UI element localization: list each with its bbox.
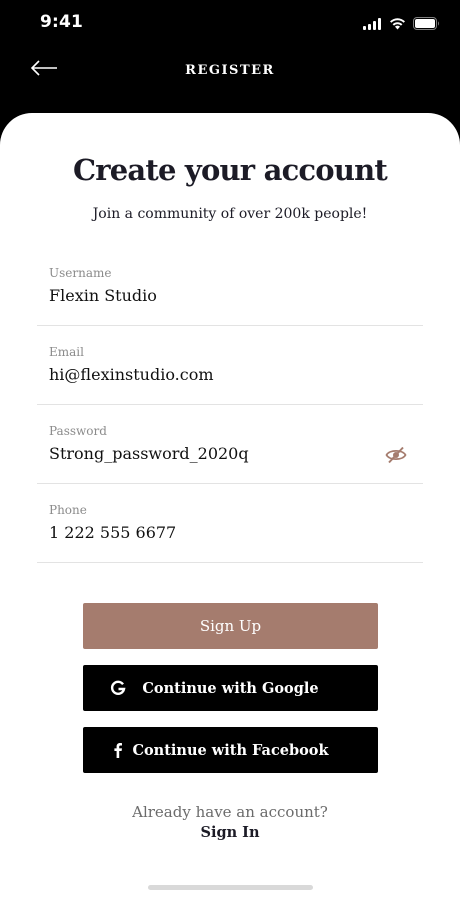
username-field: Username bbox=[37, 246, 423, 326]
username-label: Username bbox=[49, 266, 112, 280]
home-indicator bbox=[148, 885, 313, 890]
email-input[interactable] bbox=[49, 365, 369, 384]
password-label: Password bbox=[49, 424, 107, 438]
phone-field: Phone bbox=[37, 483, 423, 563]
page-subtitle: Join a community of over 200k people! bbox=[92, 206, 368, 222]
status-time: 9:41 bbox=[40, 12, 84, 32]
eye-slash-icon[interactable] bbox=[385, 446, 407, 464]
google-button-label: Continue with Google bbox=[142, 679, 319, 697]
wifi-icon bbox=[389, 15, 406, 34]
cellular-signal-icon bbox=[363, 15, 382, 34]
status-bar: 9:41 bbox=[0, 0, 460, 46]
continue-with-google-button[interactable]: Continue with Google bbox=[83, 665, 378, 711]
sign-up-button[interactable]: Sign Up bbox=[83, 603, 378, 649]
page-title: Create your account bbox=[72, 153, 388, 187]
battery-icon bbox=[413, 15, 440, 34]
page-nav-title: REGISTER bbox=[185, 63, 275, 78]
password-input[interactable] bbox=[49, 444, 369, 463]
password-field: Password bbox=[37, 404, 423, 484]
sign-in-link[interactable]: Sign In bbox=[0, 824, 460, 841]
google-icon bbox=[109, 679, 127, 697]
facebook-button-label: Continue with Facebook bbox=[132, 741, 329, 759]
phone-input[interactable] bbox=[49, 523, 369, 542]
phone-label: Phone bbox=[49, 503, 87, 517]
email-label: Email bbox=[49, 345, 84, 359]
register-screen: 9:41 REGISTER Create your account Join a… bbox=[0, 0, 460, 900]
email-field: Email bbox=[37, 325, 423, 405]
continue-with-facebook-button[interactable]: Continue with Facebook bbox=[83, 727, 378, 773]
username-input[interactable] bbox=[49, 286, 369, 305]
nav-bar: REGISTER bbox=[0, 46, 460, 98]
facebook-icon bbox=[109, 741, 127, 759]
sign-up-label: Sign Up bbox=[199, 617, 262, 635]
already-have-account-text: Already have an account? bbox=[132, 803, 328, 821]
status-icons bbox=[363, 15, 440, 34]
form-sheet: Create your account Join a community of … bbox=[0, 113, 460, 900]
